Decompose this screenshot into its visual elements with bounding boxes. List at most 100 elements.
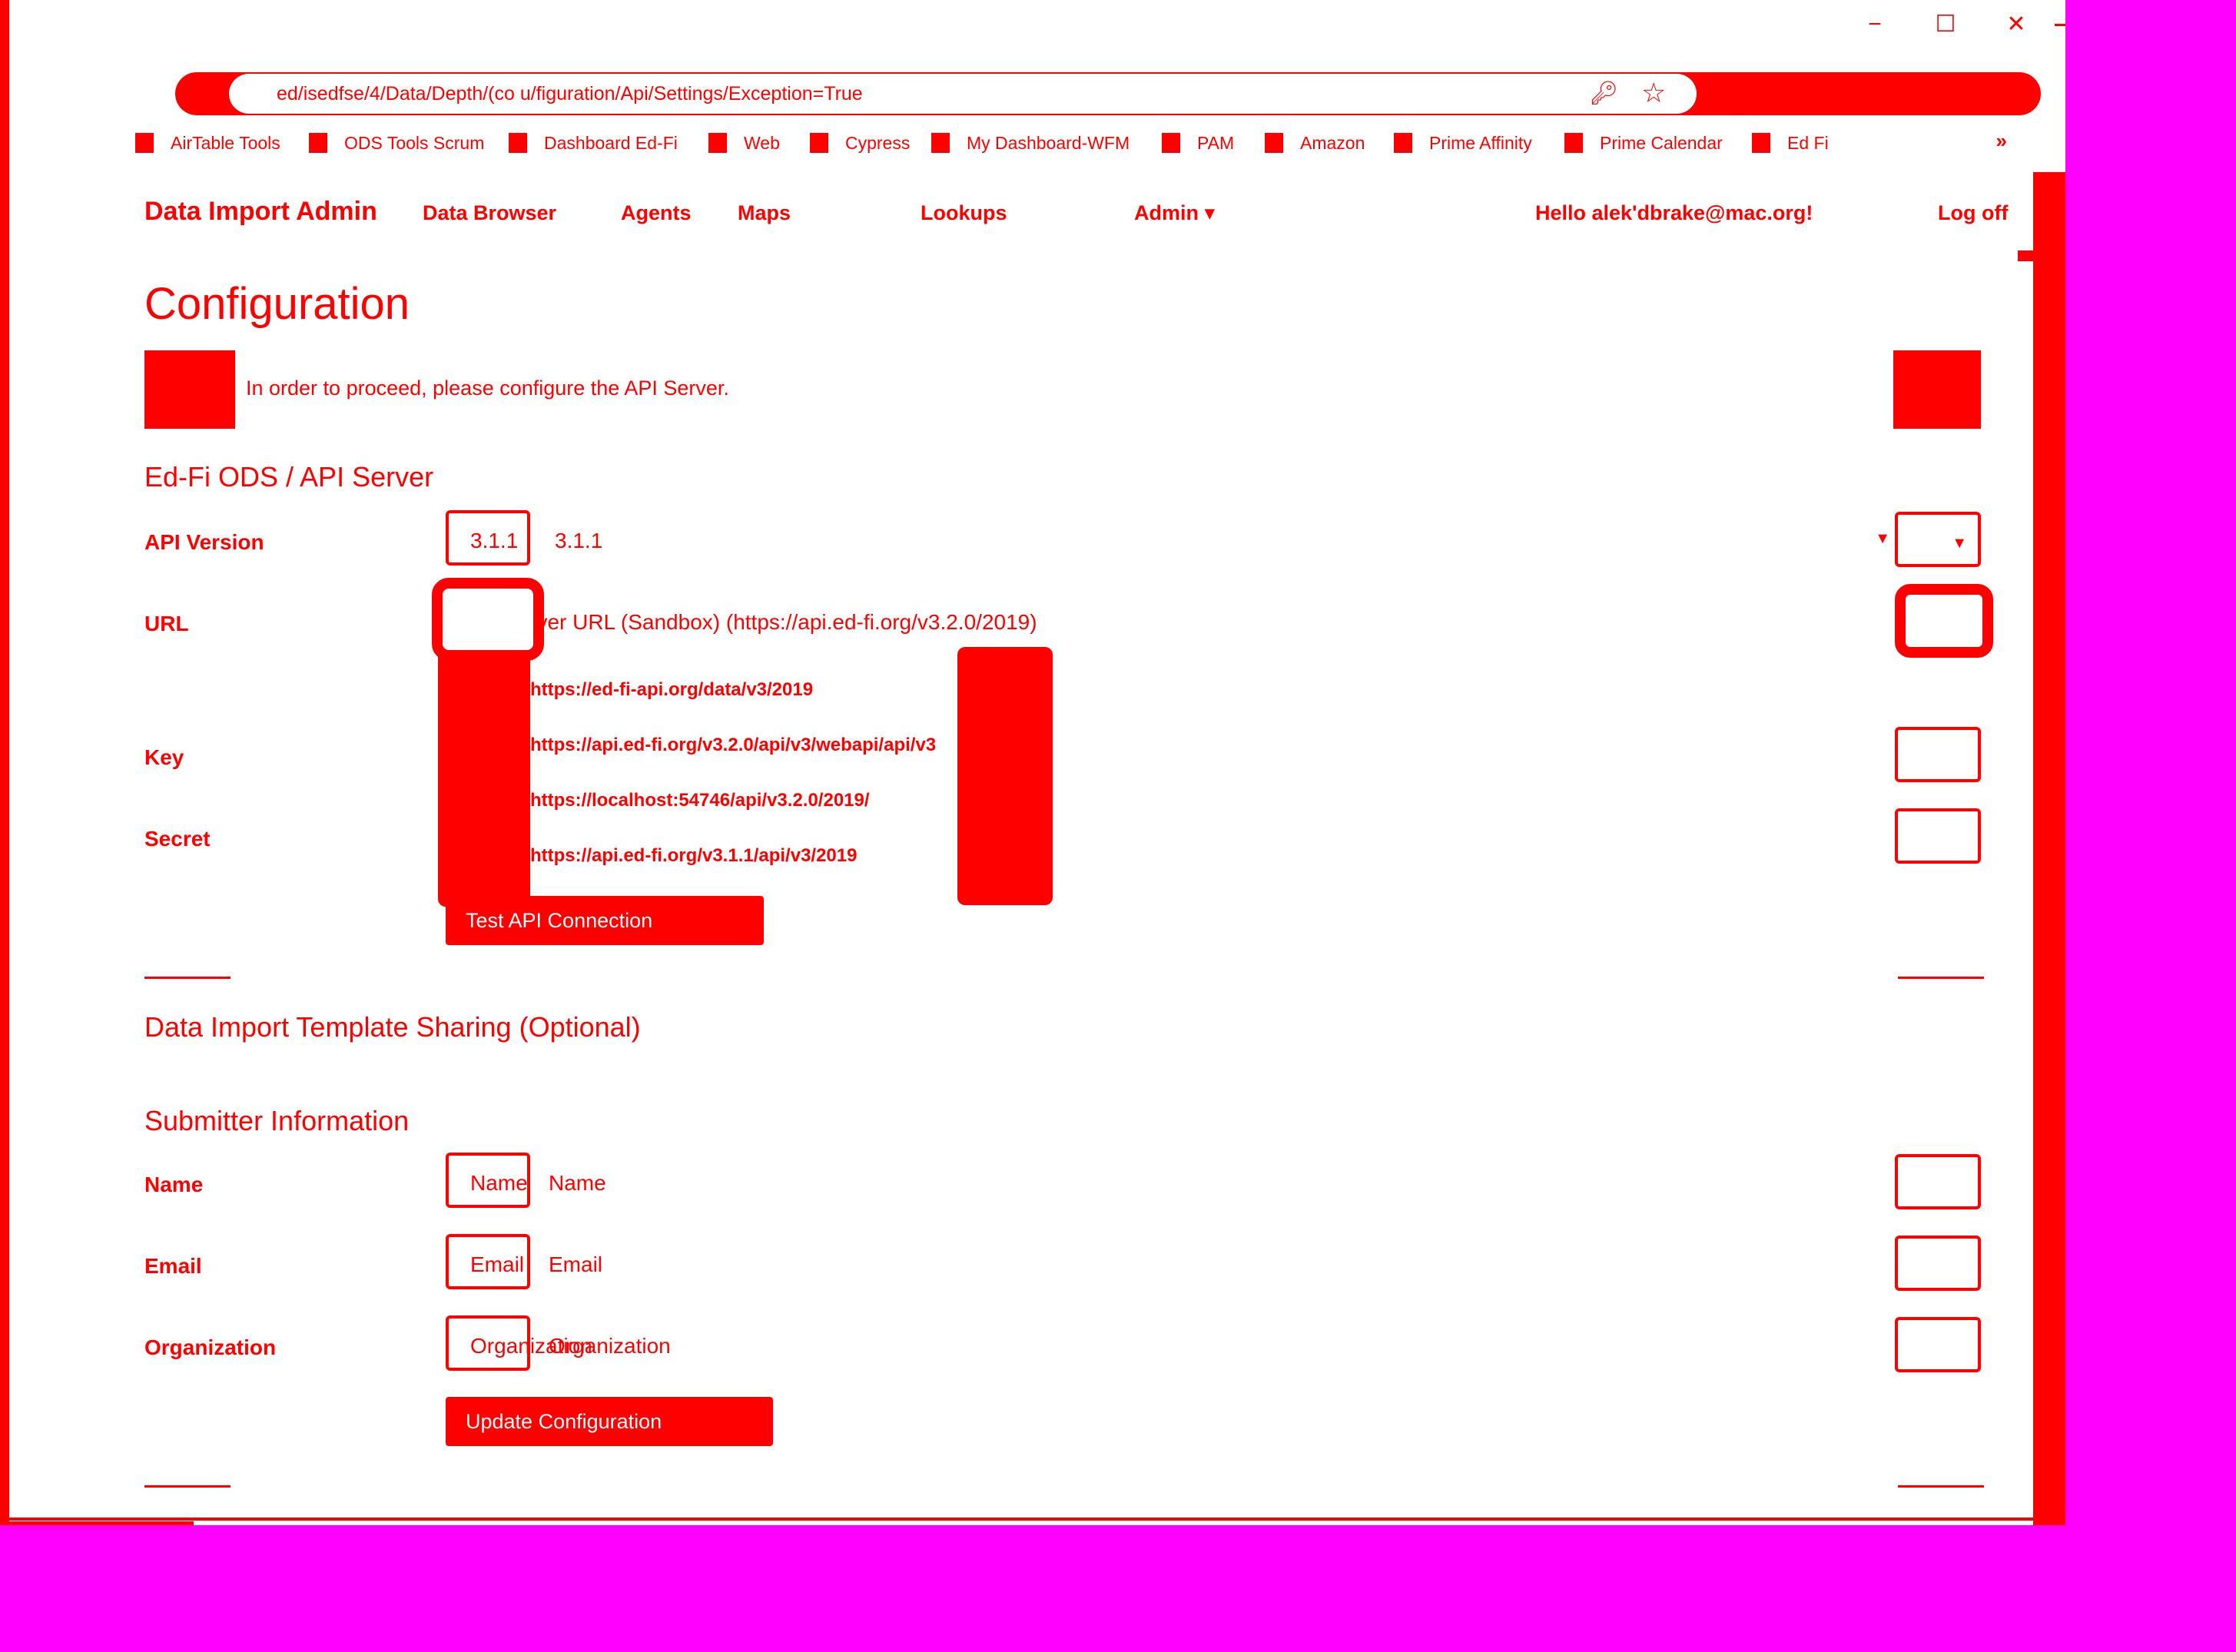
bookmark-label: ODS Tools Scrum <box>344 132 485 153</box>
email-input-placeholder: Email <box>470 1252 525 1276</box>
close-icon[interactable]: ✕ <box>1981 11 2052 38</box>
browser-window: − ☐ ✕ ed/isedfse/4/Data/Depth/(co u/figu… <box>0 0 2065 1525</box>
update-button-label: Update Configuration <box>466 1409 662 1433</box>
chevron-down-icon[interactable]: ▼ <box>1875 530 1890 548</box>
section-title-template: Data Import Template Sharing (Optional) <box>144 1011 641 1043</box>
bookmark-folder-icon <box>810 133 828 153</box>
api-version-display: 3.1.1 <box>555 529 603 552</box>
address-field[interactable]: ed/isedfse/4/Data/Depth/(co u/figuration… <box>229 74 1697 114</box>
bookmark-item[interactable]: My Dashboard-WFM <box>931 129 1130 157</box>
app-navbar: Data Import Admin Data Browser Agents Ma… <box>144 197 2019 227</box>
url-select-value[interactable]: API Server URL (Sandbox) (https://api.ed… <box>463 610 1037 635</box>
nav-link-maps[interactable]: Maps <box>738 201 791 225</box>
bookmark-folder-icon <box>135 133 154 153</box>
secret-input[interactable] <box>1895 808 1981 864</box>
email-input-right[interactable] <box>1895 1236 1981 1291</box>
address-bar[interactable]: ed/isedfse/4/Data/Depth/(co u/figuration… <box>175 72 2041 115</box>
divider <box>144 977 231 979</box>
secret-row: Secret <box>144 807 1981 865</box>
key-label: Key <box>144 745 184 769</box>
divider <box>1898 1485 1984 1488</box>
url-row: URL API Server URL (Sandbox) (https://ap… <box>144 592 1981 650</box>
scrollbar[interactable] <box>2033 172 2065 1525</box>
url-select[interactable] <box>432 578 544 661</box>
bookmark-folder-icon <box>1564 133 1583 153</box>
bookmark-label: Web <box>744 132 780 153</box>
name-input-right[interactable] <box>1895 1154 1981 1209</box>
bookmark-folder-icon <box>931 133 950 153</box>
bookmark-label: AirTable Tools <box>171 132 280 153</box>
bookmark-label: Cypress <box>845 132 911 153</box>
window-bottom-border <box>9 1518 2033 1521</box>
organization-label: Organization <box>144 1335 277 1359</box>
nav-link-lookups[interactable]: Lookups <box>921 201 1007 225</box>
organization-row: Organization Organization Organization <box>144 1315 1981 1374</box>
bookmark-label: Amazon <box>1300 132 1365 153</box>
config-alert: In order to proceed, please configure th… <box>144 350 1981 429</box>
bookmark-item[interactable]: Cypress <box>810 129 910 157</box>
bookmark-folder-icon <box>509 133 527 153</box>
bookmark-item[interactable]: Prime Calendar <box>1564 129 1723 157</box>
api-version-select-right[interactable]: ▼ <box>1895 512 1981 567</box>
bookmark-item[interactable]: ODS Tools Scrum <box>309 129 484 157</box>
bookmark-label: Dashboard Ed-Fi <box>544 132 678 153</box>
bookmark-item[interactable]: PAM <box>1162 129 1234 157</box>
divider <box>144 1485 231 1488</box>
key-input[interactable] <box>1895 727 1981 782</box>
page-title: Configuration <box>144 279 410 329</box>
url-text: ed/isedfse/4/Data/Depth/(co u/figuration… <box>277 83 863 104</box>
bookmark-item[interactable]: Web <box>708 129 780 157</box>
key-row: Key <box>144 725 1981 784</box>
api-version-value: 3.1.1 <box>470 529 519 552</box>
url-label: URL <box>144 612 189 635</box>
bookmark-item[interactable]: Amazon <box>1265 129 1365 157</box>
minimize-icon[interactable]: − <box>1840 11 1910 38</box>
organization-display: Organization <box>549 1334 671 1358</box>
bookmark-folder-icon <box>1265 133 1283 153</box>
url-option[interactable]: https://ed-fi-api.org/data/v3/2019 <box>530 679 813 701</box>
email-display: Email <box>549 1252 603 1276</box>
bookmark-folder-icon <box>1394 133 1412 153</box>
name-row: Name Name Name <box>144 1153 1981 1211</box>
api-version-label: API Version <box>144 530 264 554</box>
email-label: Email <box>144 1254 202 1278</box>
nav-link-agents[interactable]: Agents <box>621 201 692 225</box>
app-brand[interactable]: Data Import Admin <box>144 197 377 227</box>
email-row: Email Email Email <box>144 1234 1981 1292</box>
star-icon[interactable]: ☆ <box>1641 77 1666 109</box>
window-left-border <box>0 0 9 1525</box>
status-bar-edge <box>9 1521 194 1525</box>
url-select-right[interactable] <box>1895 584 1993 658</box>
bookmark-item[interactable]: Prime Affinity <box>1394 129 1532 157</box>
api-version-row: API Version 3.1.1 3.1.1 ▼ ▼ <box>144 510 1981 569</box>
bookmark-item[interactable]: AirTable Tools <box>135 129 280 157</box>
user-greeting[interactable]: Hello alek'dbrake@mac.org! <box>1535 201 1813 225</box>
bookmark-folder-icon <box>309 133 327 153</box>
bookmarks-overflow-icon[interactable]: » <box>1996 129 2007 153</box>
update-configuration-button[interactable]: Update Configuration <box>446 1397 773 1446</box>
bookmarks-bar: AirTable Tools ODS Tools Scrum Dashboard… <box>135 129 2033 157</box>
maximize-icon[interactable]: ☐ <box>1910 11 1981 38</box>
test-api-connection-button[interactable]: Test API Connection <box>446 896 764 945</box>
bookmark-label: Prime Calendar <box>1600 132 1723 153</box>
bookmark-folder-icon <box>708 133 727 153</box>
nav-link-data-browser[interactable]: Data Browser <box>423 201 556 225</box>
test-api-button-label: Test API Connection <box>466 908 653 932</box>
bookmark-label: Prime Affinity <box>1429 132 1532 153</box>
bookmark-label: Ed Fi <box>1787 132 1829 153</box>
section-title-api: Ed-Fi ODS / API Server <box>144 461 434 493</box>
key-icon[interactable]: 🔑︎ <box>1589 80 1618 107</box>
chevron-down-icon: ▼ <box>1952 535 1967 552</box>
alert-right-edge <box>1893 350 1981 429</box>
window-edge-mark <box>2055 23 2065 26</box>
organization-input-right[interactable] <box>1895 1317 1981 1372</box>
window-controls: − ☐ ✕ <box>1840 11 2065 38</box>
name-label: Name <box>144 1173 204 1196</box>
logoff-link[interactable]: Log off <box>1938 201 2008 225</box>
nav-link-admin[interactable]: Admin ▾ <box>1134 201 1215 225</box>
bookmark-folder-icon <box>1162 133 1180 153</box>
name-display: Name <box>549 1171 606 1195</box>
bookmark-item[interactable]: Ed Fi <box>1752 129 1829 157</box>
alert-left-edge <box>144 350 235 429</box>
bookmark-item[interactable]: Dashboard Ed-Fi <box>509 129 678 157</box>
